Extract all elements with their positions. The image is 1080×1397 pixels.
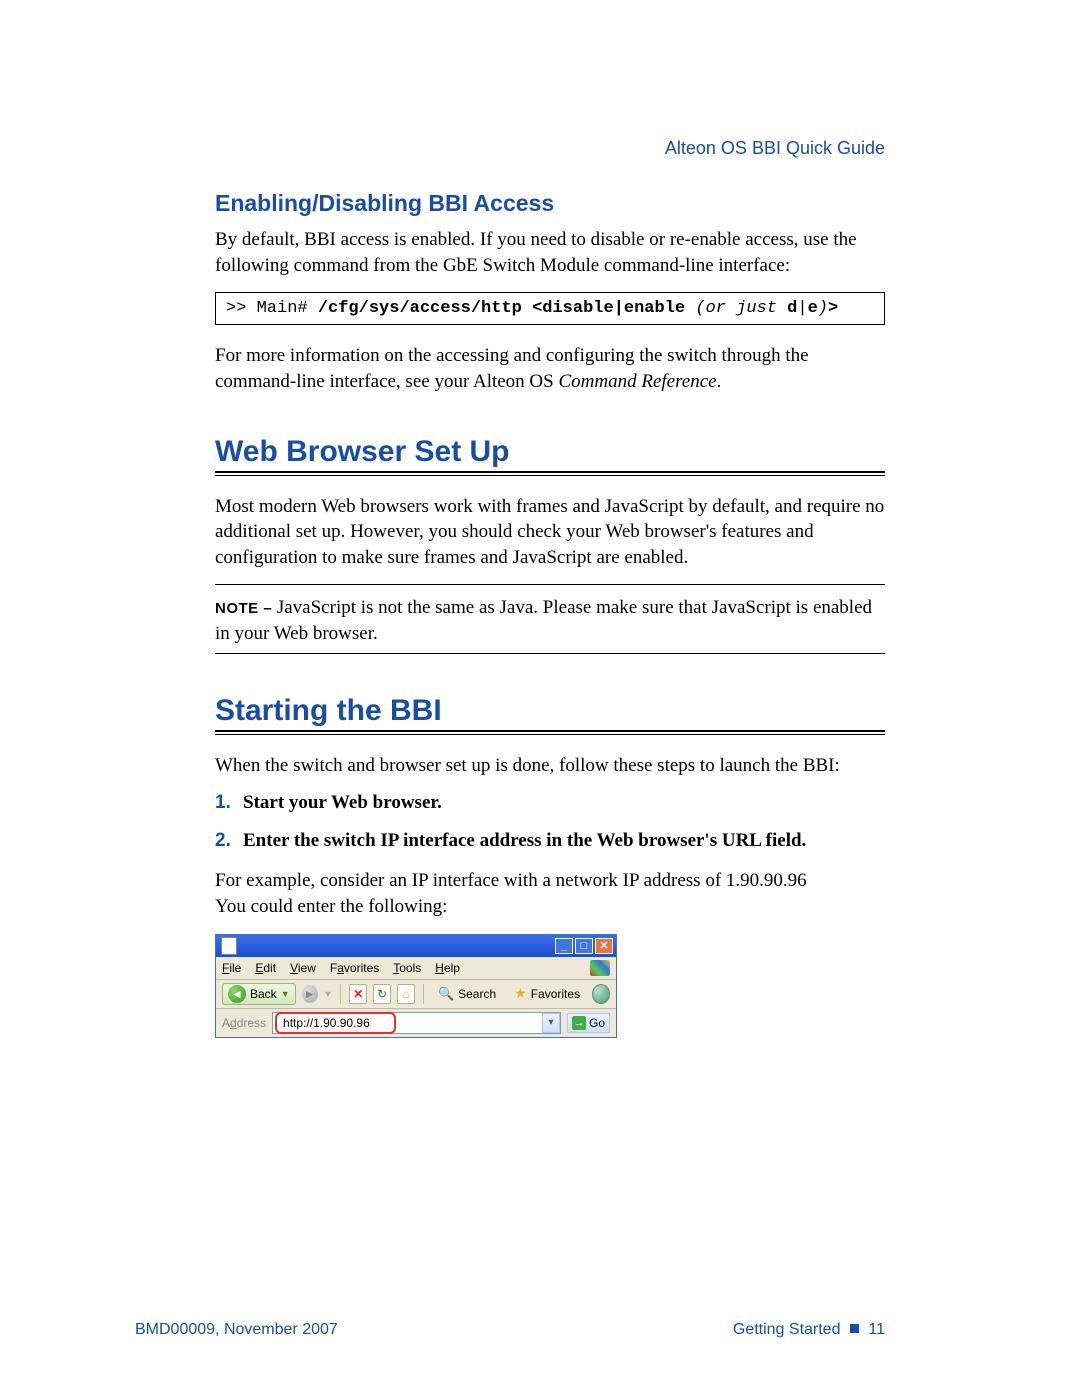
window-buttons: _ □ ✕ [555, 938, 613, 954]
search-icon: 🔍 [438, 986, 454, 1002]
url-input[interactable] [281, 1015, 390, 1031]
minimize-button[interactable]: _ [555, 938, 573, 954]
note-paragraph: NOTE – JavaScript is not the same as Jav… [215, 595, 885, 646]
favorites-label: Favorites [531, 987, 580, 1001]
menu-favorites[interactable]: FavoritesFavorites [330, 961, 379, 975]
menu-bar: FFileile EditEdit ViewView FavoritesFavo… [216, 957, 616, 980]
address-dropdown[interactable]: ▾ [542, 1013, 560, 1033]
heading-enabling-bbi: Enabling/Disabling BBI Access [215, 190, 885, 217]
stop-button[interactable]: ✕ [349, 984, 367, 1004]
step-2: 2. Enter the switch IP interface address… [215, 830, 885, 852]
step-list: 1. Start your Web browser. 2. Enter the … [215, 792, 885, 852]
menu-edit[interactable]: EditEdit [255, 961, 276, 975]
refresh-button[interactable]: ↻ [373, 984, 391, 1004]
header-right: Alteon OS BBI Quick Guide [665, 138, 885, 159]
address-box: ▾ [272, 1012, 561, 1034]
back-button[interactable]: ◄ Back ▼ [222, 983, 296, 1005]
step-number: 1. [215, 792, 231, 814]
example-line-1: For example, consider an IP interface wi… [215, 870, 807, 891]
rule-thick [215, 730, 885, 732]
paragraph-start: When the switch and browser set up is do… [215, 753, 885, 779]
toolbar: ◄ Back ▼ ► ▼ ✕ ↻ ⌂ 🔍 Search ★ Favorites [216, 980, 616, 1009]
media-button[interactable] [592, 984, 610, 1004]
menu-tools[interactable]: ToolsTools [393, 961, 421, 975]
close-button[interactable]: ✕ [595, 938, 613, 954]
command-box: >> Main# /cfg/sys/access/http <disable|e… [215, 292, 885, 325]
address-label: AddressAddress [222, 1016, 266, 1030]
document-icon [221, 937, 237, 955]
step-text: Enter the switch IP interface address in… [243, 830, 806, 851]
cmd-enable: enable [624, 299, 685, 318]
home-button[interactable]: ⌂ [397, 984, 415, 1004]
example-line-2: You could enter the following: [215, 896, 447, 917]
reference-title: Command Reference [558, 371, 716, 392]
paragraph-moreinfo: For more information on the accessing an… [215, 343, 885, 394]
search-button[interactable]: 🔍 Search [432, 984, 502, 1004]
cmd-angle-open: < [532, 299, 542, 318]
browser-window: _ □ ✕ FFileile EditEdit ViewView Favorit… [215, 934, 617, 1038]
go-label: Go [589, 1016, 605, 1030]
rule-thin [215, 734, 885, 735]
moreinfo-b: . [717, 371, 722, 392]
favorites-button[interactable]: ★ Favorites [508, 983, 586, 1004]
cmd-path: /cfg/sys/access/http [318, 299, 532, 318]
star-icon: ★ [514, 985, 527, 1002]
maximize-button[interactable]: □ [575, 938, 593, 954]
address-bar: AddressAddress ▾ → Go [216, 1009, 616, 1037]
footer-page-number: 11 [868, 1321, 885, 1338]
footer-left: BMD00009, November 2007 [135, 1321, 338, 1339]
cmd-note-pipe: | [797, 299, 807, 318]
separator [340, 984, 341, 1004]
step-1: 1. Start your Web browser. [215, 792, 885, 814]
menu-view[interactable]: ViewView [290, 961, 316, 975]
menu-help[interactable]: HelpHelp [435, 961, 460, 975]
paragraph-example: For example, consider an IP interface wi… [215, 868, 885, 919]
cmd-prompt: >> Main# [226, 299, 318, 318]
footer-section: Getting Started [733, 1321, 841, 1338]
cmd-angle-close: > [828, 299, 838, 318]
step-number: 2. [215, 830, 231, 852]
rule-thin [215, 475, 885, 476]
menu-file[interactable]: FFileile [222, 961, 241, 975]
titlebar: _ □ ✕ [216, 935, 616, 957]
cmd-note-open: ( [685, 299, 705, 318]
document-page: Alteon OS BBI Quick Guide Enabling/Disab… [0, 0, 1080, 1397]
rule-thin [215, 584, 885, 585]
paragraph-web: Most modern Web browsers work with frame… [215, 494, 885, 571]
page-footer: BMD00009, November 2007 Getting Started … [135, 1321, 885, 1339]
cmd-note-text: or just [706, 299, 788, 318]
heading-starting-bbi: Starting the BBI [215, 694, 885, 728]
url-highlight [275, 1012, 396, 1034]
rule-thick [215, 471, 885, 473]
back-arrow-icon: ◄ [228, 985, 246, 1003]
cmd-note-e: e [808, 299, 818, 318]
note-label: NOTE – [215, 600, 277, 617]
square-bullet-icon [850, 1324, 859, 1333]
cmd-note-close: ) [818, 299, 828, 318]
back-label: Back [250, 987, 277, 1001]
separator [423, 984, 424, 1004]
note-text: JavaScript is not the same as Java. Plea… [215, 597, 872, 644]
heading-web-browser: Web Browser Set Up [215, 435, 885, 469]
step-text: Start your Web browser. [243, 792, 442, 813]
cmd-pipe: | [614, 299, 624, 318]
chevron-down-icon: ▼ [281, 989, 290, 999]
footer-right: Getting Started 11 [733, 1321, 885, 1339]
rule-thin [215, 653, 885, 654]
go-arrow-icon: → [572, 1016, 586, 1030]
go-button[interactable]: → Go [567, 1013, 610, 1033]
windows-flag-icon [590, 960, 610, 976]
search-label: Search [458, 987, 496, 1001]
paragraph-enable-intro: By default, BBI access is enabled. If yo… [215, 227, 885, 278]
cmd-disable: disable [542, 299, 613, 318]
chevron-down-icon: ▼ [324, 989, 333, 999]
forward-button[interactable]: ► [302, 985, 318, 1003]
cmd-note-d: d [787, 299, 797, 318]
